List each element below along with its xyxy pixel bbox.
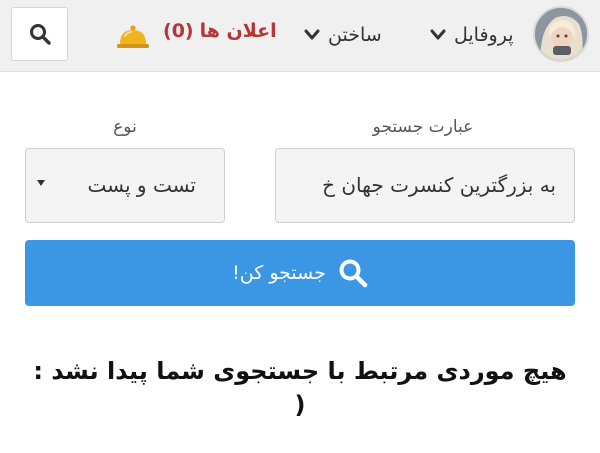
- caret-down-icon: [37, 180, 45, 186]
- search-phrase-label: عبارت جستجو: [372, 117, 474, 137]
- notifications-label: اعلان ها: [199, 20, 277, 42]
- chevron-down-icon: [304, 29, 320, 40]
- avatar-image: [535, 8, 587, 60]
- search-type-select[interactable]: تست و پست: [25, 148, 225, 223]
- no-results-message-line1: هیچ موردی مرتبط با جستجوی شما پیدا نشد :: [33, 357, 567, 385]
- notifications-link[interactable]: اعلان ها(0): [163, 20, 277, 42]
- search-icon: [29, 24, 51, 45]
- search-phrase-input[interactable]: به بزرگترین کنسرت جهان خ: [275, 148, 575, 223]
- search-submit-label: جستجو کن!: [232, 262, 326, 284]
- header-search-button[interactable]: [11, 7, 68, 61]
- no-results-message: هیچ موردی مرتبط با جستجوی شما پیدا نشد :…: [20, 354, 580, 422]
- chevron-down-icon: [430, 29, 446, 40]
- nav-profile-label: پروفایل: [454, 24, 514, 46]
- notifications-count: (0): [163, 20, 194, 42]
- search-icon: [339, 259, 368, 288]
- no-results-message-line2: (: [294, 391, 306, 419]
- bell-icon[interactable]: [116, 24, 150, 50]
- avatar[interactable]: [533, 6, 589, 62]
- search-submit-button[interactable]: جستجو کن!: [25, 240, 575, 306]
- nav-build-menu[interactable]: ساختن: [304, 21, 382, 49]
- search-type-label: نوع: [113, 117, 137, 137]
- search-type-value: تست و پست: [87, 173, 196, 197]
- nav-profile-menu[interactable]: پروفایل: [430, 21, 514, 49]
- nav-build-label: ساختن: [328, 24, 382, 46]
- top-navbar: اعلان ها(0) ساختن پروفایل: [0, 0, 600, 72]
